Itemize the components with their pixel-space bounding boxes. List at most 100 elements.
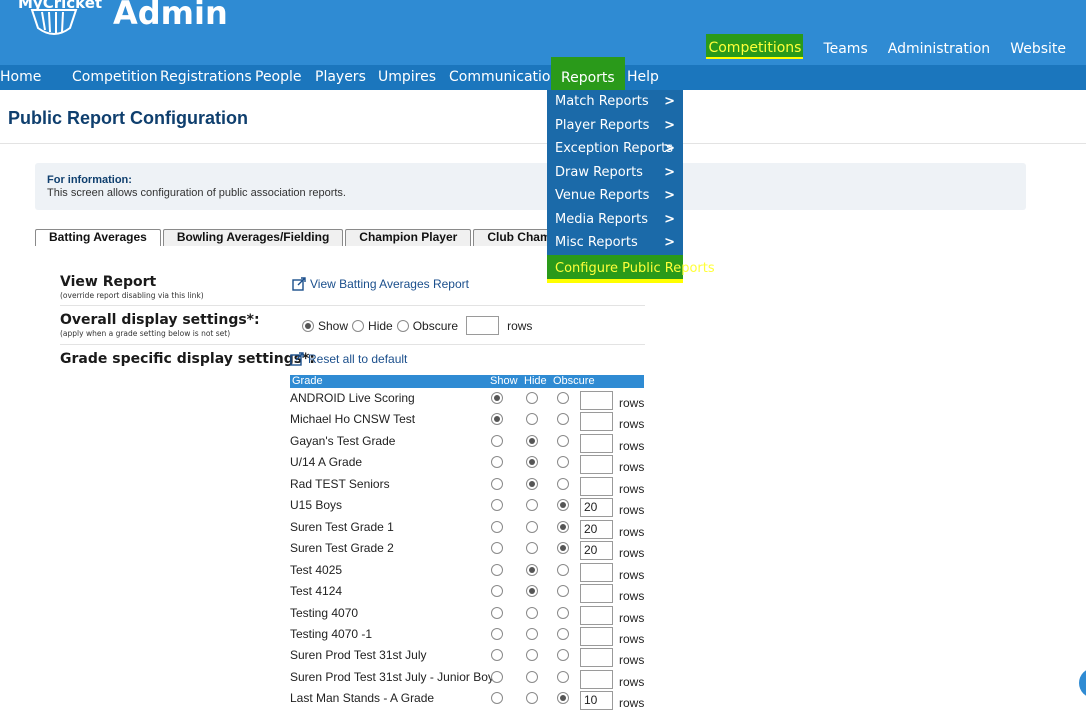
show-radio[interactable] [491,434,503,447]
grade-name: Gayan's Test Grade [290,433,396,448]
show-radio[interactable] [491,477,503,490]
menu-item-venue-reports[interactable]: Venue Reports > [547,184,683,208]
menu-item-draw-reports[interactable]: Draw Reports > [547,161,683,185]
obscure-radio[interactable] [557,542,569,555]
tab-champion-player[interactable]: Champion Player [345,229,472,246]
rows-input[interactable]: 10 [580,691,613,711]
obscure-radio[interactable] [557,649,569,662]
chevron-right-icon: > [664,117,675,133]
nav-competition[interactable]: Competition [72,65,158,90]
hide-radio[interactable] [526,477,538,490]
obscure-radio[interactable] [557,692,569,705]
show-radio[interactable] [491,606,503,619]
show-radio[interactable] [491,392,503,404]
nav-umpires[interactable]: Umpires [378,65,436,90]
hide-radio[interactable] [526,542,538,555]
rows-input[interactable]: 20 [580,519,613,539]
show-radio[interactable] [491,627,503,640]
hide-radio[interactable] [526,606,538,619]
rows-input[interactable] [580,648,613,668]
nav-reports[interactable]: Reports [551,57,625,90]
rows-input[interactable]: 20 [580,498,613,518]
show-radio[interactable] [491,563,503,576]
menu-item-misc-reports[interactable]: Misc Reports > [547,231,683,255]
rows-input[interactable] [580,433,613,453]
hide-radio[interactable] [526,585,538,598]
nav-communications[interactable]: Communications [449,65,567,90]
show-radio[interactable] [491,456,503,469]
rows-input[interactable] [580,584,613,604]
obscure-radio[interactable] [557,434,569,447]
reset-all-link[interactable]: Reset all to default [290,352,407,366]
hide-radio[interactable] [526,627,538,640]
rows-input[interactable] [580,605,613,625]
rows-input[interactable] [580,626,613,646]
obscure-radio[interactable] [557,392,569,404]
hide-radio[interactable] [526,434,538,447]
table-row: Rad TEST Seniors rows [290,475,650,496]
show-radio[interactable] [491,585,503,598]
overall-obscure-radio[interactable] [396,319,409,332]
show-radio[interactable] [491,692,503,705]
obscure-radio[interactable] [557,520,569,533]
util-link-website[interactable]: Website [1010,41,1066,61]
hide-radio[interactable] [526,649,538,662]
info-text: This screen allows configuration of publ… [47,187,346,199]
util-link-teams[interactable]: Teams [823,41,867,61]
obscure-radio[interactable] [557,627,569,640]
overall-hide-radio[interactable] [352,319,365,332]
menu-item-exception-reports[interactable]: Exception Reports > [547,137,683,161]
nav-help[interactable]: Help [627,65,659,90]
menu-item-configure-public-reports[interactable]: Configure Public Reports [547,254,715,283]
show-radio[interactable] [491,542,503,555]
obscure-radio[interactable] [557,606,569,619]
view-report-link[interactable]: View Batting Averages Report [292,277,469,291]
table-row: Suren Test Grade 1 20 rows [290,518,650,539]
tab-batting-averages[interactable]: Batting Averages [35,229,161,246]
rows-input[interactable] [580,669,613,689]
view-report-sublabel: (override report disabling via this link… [60,291,204,300]
col-show: Show [490,375,518,387]
rows-input[interactable]: 20 [580,541,613,561]
hide-radio[interactable] [526,692,538,705]
util-link-administration[interactable]: Administration [888,41,990,61]
hide-radio[interactable] [526,499,538,512]
show-radio[interactable] [491,520,503,533]
util-link-competitions[interactable]: Competitions [706,34,804,59]
obscure-radio[interactable] [557,477,569,490]
title-divider [0,143,1086,144]
obscure-radio[interactable] [557,670,569,683]
nav-people[interactable]: People [255,65,302,90]
overall-show-radio[interactable] [302,319,314,332]
nav-registrations[interactable]: Registrations [160,65,252,90]
rows-input[interactable] [580,455,613,475]
obscure-radio[interactable] [557,413,569,426]
rows-input[interactable] [580,562,613,582]
menu-item-player-reports[interactable]: Player Reports > [547,114,683,138]
hide-radio[interactable] [526,392,538,404]
menu-item-match-reports[interactable]: Match Reports > [547,90,683,114]
hide-radio[interactable] [526,456,538,469]
obscure-radio[interactable] [557,456,569,469]
grade-name: Suren Prod Test 31st July - Junior Boys [290,669,500,684]
rows-input[interactable] [580,391,613,410]
hide-radio[interactable] [526,670,538,683]
obscure-radio[interactable] [557,585,569,598]
nav-players[interactable]: Players [315,65,366,90]
rows-input[interactable] [580,476,613,496]
hide-radio[interactable] [526,563,538,576]
hide-radio[interactable] [526,520,538,533]
obscure-radio[interactable] [557,499,569,512]
tab-bowling-averages-fielding[interactable]: Bowling Averages/Fielding [162,229,344,246]
rows-input[interactable] [580,412,613,432]
obscure-radio[interactable] [557,563,569,576]
menu-item-media-reports[interactable]: Media Reports > [547,208,683,232]
help-bubble-icon[interactable] [1079,668,1086,698]
overall-rows-input[interactable] [466,316,500,335]
show-radio[interactable] [491,413,503,426]
show-radio[interactable] [491,670,503,683]
nav-home[interactable]: Home [0,65,41,90]
hide-radio[interactable] [526,413,538,426]
show-radio[interactable] [491,649,503,662]
show-radio[interactable] [491,499,503,512]
